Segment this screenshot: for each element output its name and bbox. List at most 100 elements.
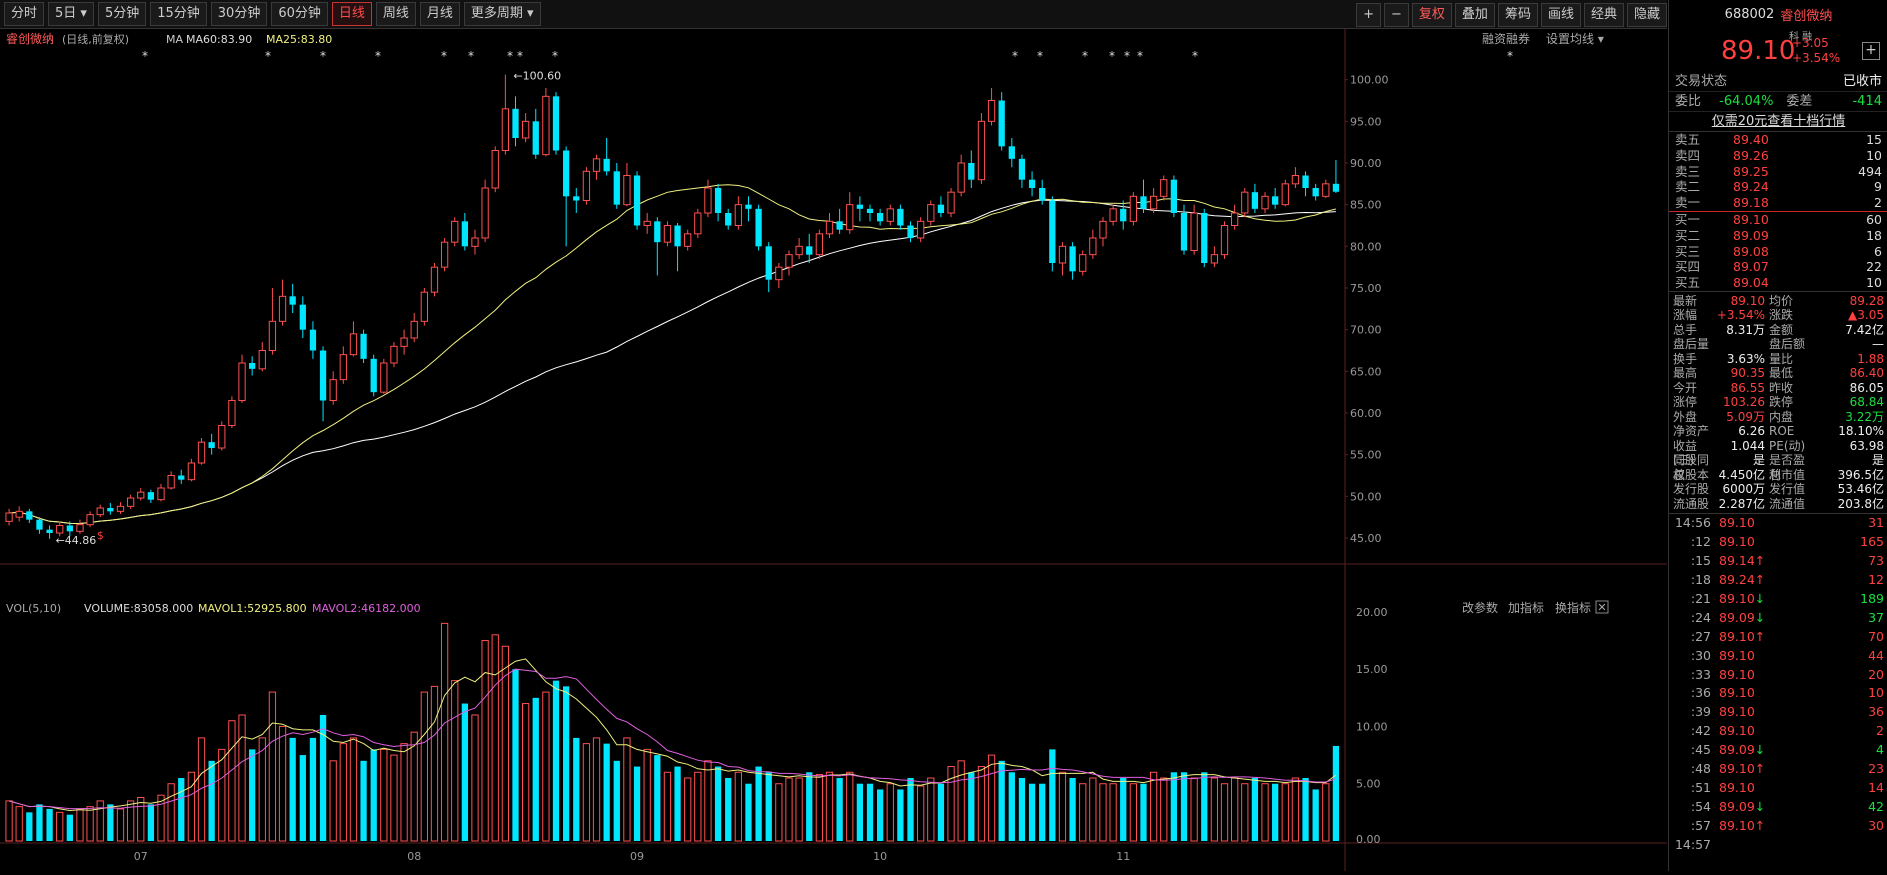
volume-bar xyxy=(66,814,73,841)
tick-price: 89.10 xyxy=(1719,647,1755,663)
stat-row-6: 今开 86.55 昨收 86.05 xyxy=(1669,381,1887,396)
switch-indicator-link: 换指标 xyxy=(1555,600,1591,615)
volume-bar xyxy=(745,783,752,841)
tick-row: :15 89.14↑ 73 xyxy=(1669,552,1887,571)
volume-bar xyxy=(1160,777,1168,842)
add-watchlist-button[interactable]: + xyxy=(1862,42,1880,60)
event-marker-icon: * xyxy=(1082,49,1088,63)
candle-body xyxy=(674,225,681,247)
candle-body xyxy=(309,329,317,351)
candle-body xyxy=(420,291,428,322)
candle-body xyxy=(360,333,367,359)
tick-price: 89.09↓ xyxy=(1719,609,1766,625)
stat-label: 均价 xyxy=(1769,293,1794,308)
level-label: 买四 xyxy=(1675,259,1701,275)
price-tick-label: 75.00 xyxy=(1350,282,1382,295)
period-toolbar: 分时 5日 ▾ 5分钟 15分钟 30分钟 60分钟 日线 周线 月线 更多周期 ▾ + − 复权 叠加… xyxy=(0,0,1667,29)
volume-bar xyxy=(1180,772,1188,841)
candle-body xyxy=(1018,158,1026,180)
tick-time: :27 xyxy=(1690,628,1711,644)
volume-bar xyxy=(26,812,33,841)
tool-button-1[interactable]: − xyxy=(1384,3,1409,27)
tool-button-0[interactable]: + xyxy=(1356,3,1381,27)
event-marker-icon: * xyxy=(552,49,558,63)
tick-row: :30 89.10 44 xyxy=(1669,647,1887,666)
period-tab-4[interactable]: 30分钟 xyxy=(210,2,268,26)
candle-body xyxy=(1099,220,1107,239)
candle-body xyxy=(977,120,986,181)
stat-value: 8.31万 xyxy=(1726,322,1765,337)
period-tab-3[interactable]: 15分钟 xyxy=(150,2,207,26)
stat-value: 6000万 xyxy=(1722,482,1765,497)
stat-value: 86.55 xyxy=(1730,380,1765,395)
volume-bar xyxy=(249,749,256,841)
volume-bar xyxy=(1231,777,1239,842)
tick-volume: 31 xyxy=(1868,515,1884,531)
candle-body xyxy=(1079,254,1087,272)
tool-button-7[interactable]: 隐藏 xyxy=(1626,3,1667,27)
level-price: 89.10 xyxy=(1733,211,1769,227)
candle-body xyxy=(603,158,610,172)
stat-row-8: 外盘 5.09万 内盘 3.22万 xyxy=(1669,410,1887,425)
volume-bar xyxy=(704,760,712,842)
month-label: 11 xyxy=(1116,850,1130,863)
candle-body xyxy=(289,296,296,305)
stat-row-13: 发行股 6000万 发行值 53.46亿 xyxy=(1669,482,1887,497)
volume-bar xyxy=(825,771,834,842)
kline-chart-area[interactable]: 睿创微纳 (日线,前复权) MA MA60:83.90 MA25:83.80 融资融券 设置… xyxy=(0,29,1667,871)
period-tab-8[interactable]: 月线 xyxy=(419,2,460,26)
up-arrow-icon: ↑ xyxy=(1754,761,1766,777)
level-volume: 10 xyxy=(1866,275,1882,291)
tick-price: 89.10 xyxy=(1719,534,1755,550)
period-tab-7[interactable]: 周线 xyxy=(375,2,416,26)
candle-body xyxy=(491,150,499,189)
stat-value: 18.10% xyxy=(1838,424,1884,439)
period-tab-6[interactable]: 日线 xyxy=(331,2,372,26)
level2-promo-link[interactable]: 仅需20元查看十档行情 xyxy=(1669,112,1887,131)
stat-row-11: 同股同权是是否盈利是 xyxy=(1669,453,1887,482)
volume-bar xyxy=(552,680,560,841)
candle-body xyxy=(228,400,236,426)
period-tab-0[interactable]: 分时 xyxy=(4,2,45,26)
period-tab-5[interactable]: 60分钟 xyxy=(271,2,328,26)
kline-chart[interactable]: 睿创微纳 (日线,前复权) MA MA60:83.90 MA25:83.80 融资融券 设置… xyxy=(0,29,1667,871)
candle-body xyxy=(400,337,408,347)
weicha-value: -414 xyxy=(1852,94,1882,109)
vol-title: VOL(5,10) xyxy=(6,602,61,615)
period-tab-2[interactable]: 5分钟 xyxy=(97,2,147,26)
volume-tick-label: 5.00 xyxy=(1356,778,1381,791)
candle-body xyxy=(725,213,732,226)
tool-button-2[interactable]: 复权 xyxy=(1411,3,1452,27)
tool-button-3[interactable]: 叠加 xyxy=(1454,3,1495,27)
stat-label: 发行股 xyxy=(1673,482,1710,497)
candle-body xyxy=(532,121,539,155)
tick-volume: 37 xyxy=(1868,609,1884,625)
volume-bar xyxy=(461,703,468,841)
tool-button-4[interactable]: 筹码 xyxy=(1497,3,1538,27)
period-tab-1[interactable]: 5日 ▾ xyxy=(48,2,94,26)
tool-button-5[interactable]: 画线 xyxy=(1540,3,1581,27)
candle-body xyxy=(167,475,175,489)
tick-volume: 70 xyxy=(1868,628,1884,644)
tick-row: :12 89.10 165 xyxy=(1669,533,1887,552)
level-volume: 18 xyxy=(1866,227,1882,243)
volume-bar xyxy=(521,703,530,842)
ask-level-2: 卖三 89.25 494 xyxy=(1669,164,1887,180)
tick-volume: 12 xyxy=(1868,572,1884,588)
candle-body xyxy=(1291,175,1300,185)
stat-label: 流通股 xyxy=(1673,496,1710,511)
volume-bar xyxy=(866,783,874,841)
stat-value: — xyxy=(1872,337,1884,352)
stat-label: 昨收 xyxy=(1769,380,1794,395)
volume-bar xyxy=(1099,783,1107,842)
candle-body xyxy=(46,529,53,533)
tick-price: 89.10 xyxy=(1719,685,1755,701)
candle-body xyxy=(501,108,510,152)
period-tab-9[interactable]: 更多周期 ▾ xyxy=(463,2,541,26)
candle-body xyxy=(440,241,449,268)
event-marker-icon: * xyxy=(1507,49,1513,63)
tool-button-6[interactable]: 经典 xyxy=(1583,3,1624,27)
volume-bar xyxy=(1261,783,1269,842)
candle-body xyxy=(785,254,793,268)
tick-time: :39 xyxy=(1690,704,1711,720)
